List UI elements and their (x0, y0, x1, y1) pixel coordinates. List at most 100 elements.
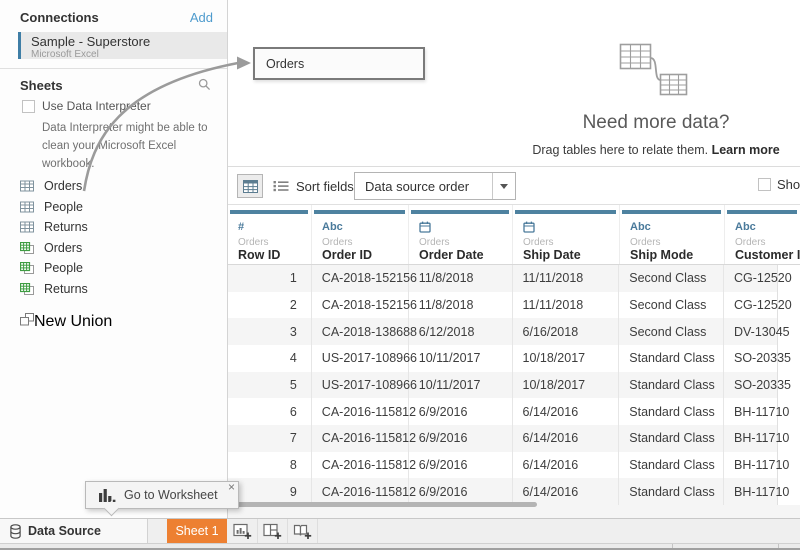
column-header-order-id[interactable]: Abc Orders Order ID (312, 205, 409, 264)
grid-cell[interactable]: Standard Class (619, 425, 724, 452)
data-interpreter-hint: Data Interpreter might be able to clean … (42, 122, 208, 170)
sidebar-sheet-people-1[interactable]: People (20, 197, 220, 218)
grid-cell[interactable]: 6/16/2018 (513, 318, 620, 346)
connection-subtitle: Microsoft Excel (31, 49, 99, 60)
grid-cell[interactable]: Standard Class (619, 398, 724, 426)
grid-cell[interactable]: 6/14/2016 (513, 398, 620, 426)
dragged-table-orders[interactable]: Orders (253, 47, 425, 80)
left-sidebar: Connections Add Sample - Superstore Micr… (0, 0, 228, 518)
grid-cell[interactable]: CG-12520 (724, 292, 792, 319)
data-interpreter-label: Use Data Interpreter (42, 99, 151, 113)
table-row: 4 US-2017-108966 10/11/2017 10/18/2017 Stand… (228, 345, 791, 372)
grid-cell[interactable]: SO-20335 (724, 372, 791, 399)
grid-cell[interactable]: Standard Class (619, 478, 724, 506)
add-connection-link[interactable]: Add (190, 10, 213, 25)
column-header-ship-date[interactable]: Orders Ship Date (513, 205, 620, 264)
relationship-canvas[interactable]: Orders Need more data? Drag tables here … (228, 0, 800, 167)
sheet1-tab[interactable]: Sheet 1 (167, 519, 227, 543)
sheets-title: Sheets (20, 78, 63, 93)
show-checkbox[interactable] (758, 178, 771, 191)
grid-cell[interactable]: 10/11/2017 (409, 345, 513, 372)
grid-cell[interactable]: Second Class (619, 291, 724, 319)
grid-cell[interactable]: CA-2018-152156 (312, 291, 417, 319)
grid-cell[interactable]: Standard Class (619, 371, 724, 399)
data-source-tab[interactable]: Data Source (0, 519, 148, 543)
column-header-ship-mode[interactable]: Abc Orders Ship Mode (620, 205, 725, 264)
search-icon[interactable] (198, 78, 211, 96)
grid-cell[interactable]: Second Class (619, 265, 724, 292)
grid-cell[interactable]: 6/9/2016 (409, 451, 513, 479)
grid-cell[interactable]: 6 (228, 398, 312, 426)
grid-cell[interactable]: 6/9/2016 (409, 425, 513, 452)
grid-cell[interactable]: 6/14/2016 (513, 425, 620, 452)
grid-cell[interactable]: 5 (228, 371, 312, 399)
grid-cell[interactable]: BH-11710 (724, 452, 789, 479)
grid-cell[interactable]: US-2017-108966 (312, 371, 417, 399)
list-view-button[interactable] (269, 176, 293, 196)
new-worksheet-icon (233, 523, 252, 539)
grid-cell[interactable]: 11/11/2018 (513, 265, 620, 292)
grid-cell[interactable]: 10/11/2017 (409, 371, 513, 399)
learn-more-link[interactable]: Learn more (712, 143, 780, 157)
grid-cell[interactable]: CA-2018-152156 (312, 265, 417, 292)
grid-view-button[interactable] (237, 174, 263, 198)
grid-cell[interactable]: BH-11710 (724, 425, 789, 452)
union-icon (20, 312, 34, 331)
sidebar-sheet-returns-2[interactable]: Returns (20, 217, 220, 238)
grid-cell[interactable]: BH-11710 (724, 478, 789, 505)
data-interpreter-checkbox[interactable] (22, 99, 35, 113)
bar-chart-icon (99, 488, 116, 502)
grid-cell[interactable]: Second Class (619, 318, 724, 346)
chevron-down-icon (500, 183, 508, 189)
string-type-icon: Abc (735, 221, 756, 233)
grid-cell[interactable]: 10/18/2017 (513, 371, 620, 399)
new-story-button[interactable] (288, 519, 318, 543)
column-header-order-date[interactable]: Orders Order Date (409, 205, 513, 264)
column-header-row-id[interactable]: # Orders Row ID (228, 205, 312, 264)
grid-cell[interactable]: Standard Class (619, 451, 724, 479)
grid-cell[interactable]: 11/11/2018 (513, 291, 620, 319)
grid-cell[interactable]: 11/8/2018 (409, 265, 513, 292)
show-label: Show (777, 177, 800, 192)
grid-cell[interactable]: CA-2016-115812 (312, 425, 416, 452)
new-worksheet-button[interactable] (228, 519, 258, 543)
grid-cell[interactable]: 6/14/2016 (513, 451, 620, 479)
column-header-customer-id[interactable]: Abc OrdersCustomer ID (725, 205, 800, 264)
sidebar-sheet-returns-5[interactable]: Returns (20, 279, 220, 300)
grid-cell[interactable]: CA-2018-138688 (312, 318, 417, 346)
grid-cell[interactable]: BH-11710 (724, 398, 789, 425)
grid-cell[interactable]: 2 (228, 291, 312, 319)
dropdown-arrow-button[interactable] (492, 173, 515, 199)
sort-order-value: Data source order (365, 179, 470, 194)
grid-cell[interactable]: 4 (228, 345, 312, 372)
grid-cell[interactable]: CG-12520 (724, 265, 792, 292)
grid-cell[interactable]: CA-2016-115812 (312, 398, 416, 426)
grid-cell[interactable]: 3 (228, 318, 312, 346)
close-icon[interactable]: × (228, 481, 235, 493)
column-accent-bar (622, 210, 721, 214)
new-dashboard-button[interactable] (258, 519, 288, 543)
sidebar-sheet-orders-3[interactable]: Orders (20, 238, 220, 259)
grid-cell[interactable]: 6/9/2016 (409, 398, 513, 426)
grid-cell[interactable]: 7 (228, 425, 312, 452)
show-aliases-control[interactable]: Show (752, 177, 800, 192)
grid-cell[interactable]: 11/8/2018 (409, 291, 513, 319)
connection-item[interactable]: Sample - Superstore Microsoft Excel (18, 32, 227, 60)
new-union-item[interactable]: New Union (20, 311, 220, 332)
horizontal-scrollbar[interactable] (230, 502, 537, 507)
grid-cell[interactable]: 6/12/2018 (409, 318, 513, 346)
sidebar-sheet-people-4[interactable]: People (20, 258, 220, 279)
grid-cell[interactable]: Standard Class (619, 345, 724, 372)
grid-cell[interactable]: 10/18/2017 (513, 345, 620, 372)
sidebar-sheet-orders-0[interactable]: Orders (20, 176, 220, 197)
grid-cell[interactable]: CA-2016-115812 (312, 451, 416, 479)
grid-cell[interactable]: US-2017-108966 (312, 345, 417, 372)
table-sheet-icon (20, 201, 36, 213)
grid-cell[interactable]: 1 (228, 265, 312, 292)
table-row: 5 US-2017-108966 10/11/2017 10/18/2017 Stand… (228, 371, 791, 399)
sort-order-dropdown[interactable]: Data source order (354, 172, 516, 200)
grid-cell[interactable]: SO-20335 (724, 345, 791, 372)
grid-cell[interactable]: 8 (228, 451, 312, 479)
grid-cell[interactable]: DV-13045 (724, 318, 790, 345)
use-data-interpreter-row[interactable]: Use Data Interpreter (22, 99, 151, 113)
